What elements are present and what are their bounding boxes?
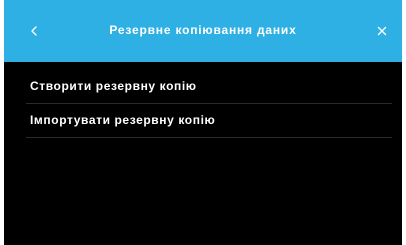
back-button[interactable]	[22, 19, 46, 43]
import-backup-item[interactable]: Імпортувати резервну копію	[26, 104, 392, 138]
app-screen: Резервне копіювання даних Створити резер…	[4, 0, 402, 245]
header-bar: Резервне копіювання даних	[4, 0, 402, 62]
close-button[interactable]	[370, 19, 394, 43]
close-icon	[377, 26, 387, 36]
create-backup-item[interactable]: Створити резервну копію	[26, 70, 392, 104]
page-title: Резервне копіювання даних	[109, 23, 297, 37]
chevron-left-icon	[31, 26, 37, 36]
backup-menu: Створити резервну копію Імпортувати резе…	[26, 70, 392, 138]
